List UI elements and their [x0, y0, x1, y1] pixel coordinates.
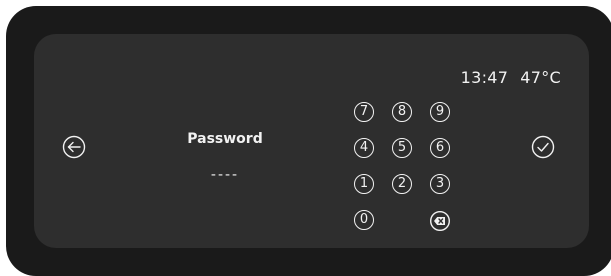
keypad-key-4[interactable]: 4 [354, 138, 374, 158]
password-field[interactable]: ---- [180, 167, 270, 183]
keypad-key-0[interactable]: 0 [354, 210, 374, 230]
clock-time: 13:47 [460, 68, 509, 87]
delete-button[interactable] [430, 211, 450, 231]
display-screen: 13:47 47°C Password ---- 7 8 9 4 5 6 1 2… [34, 34, 589, 248]
backspace-icon [430, 211, 450, 231]
keypad-key-5[interactable]: 5 [392, 138, 412, 158]
keypad-key-7[interactable]: 7 [354, 102, 374, 122]
back-button[interactable] [62, 135, 86, 159]
keypad-key-1[interactable]: 1 [354, 174, 374, 194]
confirm-button[interactable] [531, 135, 555, 159]
device-bezel: 13:47 47°C Password ---- 7 8 9 4 5 6 1 2… [6, 6, 611, 276]
keypad-key-6[interactable]: 6 [430, 138, 450, 158]
keypad-key-3[interactable]: 3 [430, 174, 450, 194]
back-arrow-icon [62, 135, 86, 159]
checkmark-icon [531, 135, 555, 159]
keypad-key-8[interactable]: 8 [392, 102, 412, 122]
password-label: Password [187, 131, 263, 147]
status-bar: 13:47 47°C [461, 68, 561, 87]
temperature-readout: 47°C [520, 68, 561, 87]
keypad-key-2[interactable]: 2 [392, 174, 412, 194]
keypad-key-9[interactable]: 9 [430, 102, 450, 122]
